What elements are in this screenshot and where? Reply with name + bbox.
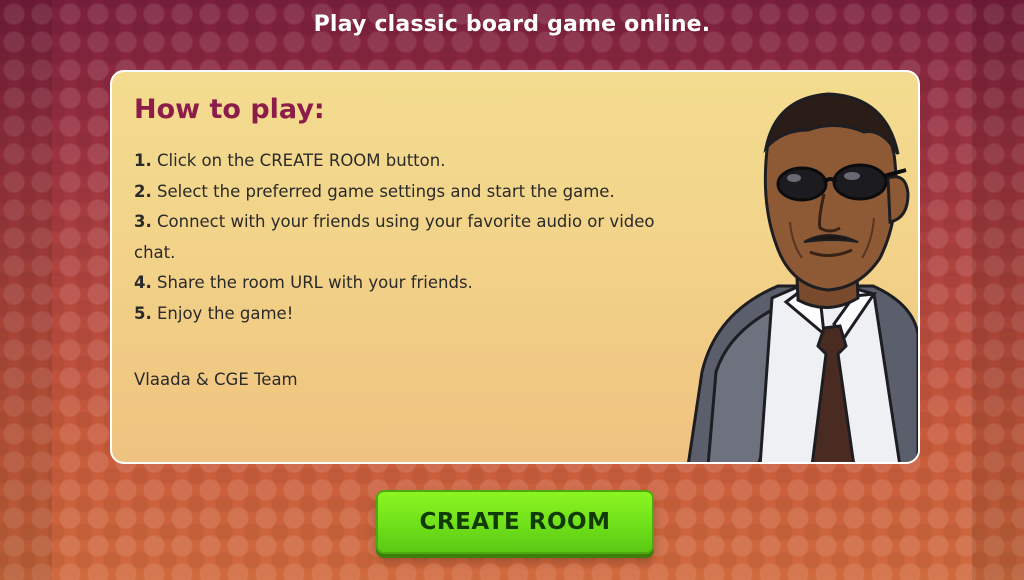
step-text: Select the preferred game settings and s… — [157, 181, 615, 201]
create-room-button[interactable]: CREATE ROOM — [376, 490, 654, 554]
step-number: 2. — [134, 181, 152, 201]
step-item: 2. Select the preferred game settings an… — [134, 177, 664, 208]
team-signature: Vlaada & CGE Team — [134, 370, 298, 389]
step-number: 5. — [134, 303, 152, 323]
steps-list: 1. Click on the CREATE ROOM button. 2. S… — [134, 146, 664, 329]
agent-character-illustration — [687, 92, 918, 462]
how-to-play-card: How to play: 1. Click on the CREATE ROOM… — [110, 70, 920, 464]
step-number: 4. — [134, 273, 152, 292]
step-number: 3. — [134, 212, 152, 231]
step-item: 1. Click on the CREATE ROOM button. — [134, 146, 664, 177]
left-gutter — [0, 0, 52, 580]
step-text: Share the room URL with your friends. — [157, 273, 473, 292]
step-text: Click on the CREATE ROOM button. — [157, 151, 446, 170]
step-text: Connect with your friends using your fav… — [134, 212, 655, 262]
step-item: 4. Share the room URL with your friends. — [134, 268, 664, 299]
step-text: Enjoy the game! — [157, 303, 294, 323]
right-gutter — [972, 0, 1024, 580]
how-to-play-title: How to play: — [134, 94, 325, 125]
step-item: 5. Enjoy the game! — [134, 299, 664, 330]
step-item: 3. Connect with your friends using your … — [134, 207, 664, 268]
step-number: 1. — [134, 151, 152, 170]
page-tagline: Play classic board game online. — [313, 12, 711, 37]
